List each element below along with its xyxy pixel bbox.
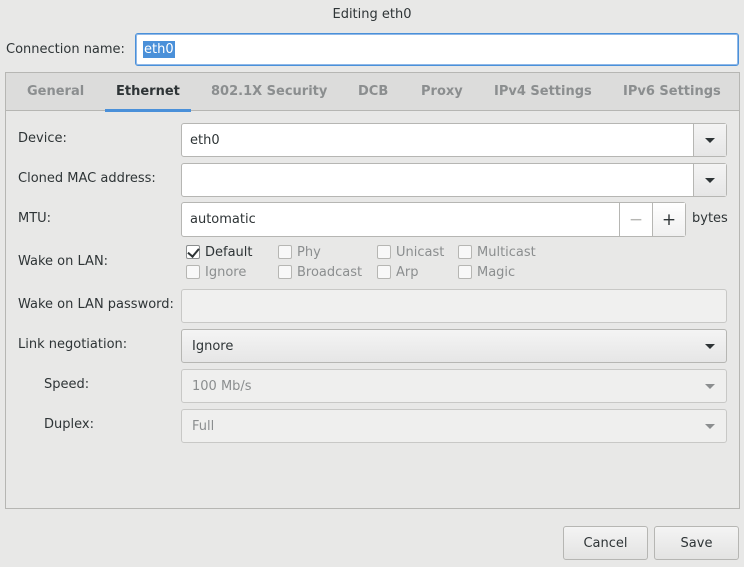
tab-ipv4-settings[interactable]: IPv4 Settings [494, 73, 592, 111]
checkbox-checked-icon [186, 245, 200, 259]
connection-name-value: eth0 [143, 41, 175, 58]
wol-broadcast-label: Broadcast [297, 264, 363, 280]
tab-general[interactable]: General [27, 73, 84, 111]
speed-label: Speed: [44, 377, 90, 392]
wake-on-lan-label: Wake on LAN: [18, 254, 109, 269]
cloned-mac-combo[interactable] [181, 163, 727, 197]
wol-default-checkbox[interactable]: Default [186, 243, 253, 261]
chevron-down-icon [705, 177, 715, 183]
checkbox-icon [278, 265, 292, 279]
checkbox-icon [377, 245, 391, 259]
duplex-dropdown[interactable]: Full [181, 409, 727, 443]
mtu-decrement-button[interactable]: − [619, 203, 652, 236]
wol-default-label: Default [205, 244, 253, 260]
tab-ethernet[interactable]: Ethernet [105, 73, 191, 112]
cloned-mac-dropdown-button[interactable] [693, 164, 726, 196]
mtu-spinbutton[interactable]: automatic − + [181, 202, 686, 237]
device-combo[interactable]: eth0 [181, 123, 727, 157]
wol-multicast-checkbox[interactable]: Multicast [458, 243, 536, 261]
checkbox-icon [458, 265, 472, 279]
tab-8021x-security[interactable]: 802.1X Security [211, 73, 327, 111]
wol-broadcast-checkbox[interactable]: Broadcast [278, 263, 362, 281]
mtu-label: MTU: [18, 211, 52, 226]
device-value: eth0 [190, 132, 220, 148]
speed-dropdown[interactable]: 100 Mb/s [181, 369, 727, 403]
connection-name-input[interactable]: eth0 [135, 33, 739, 66]
wol-phy-checkbox[interactable]: Phy [278, 243, 321, 261]
wol-arp-label: Arp [396, 264, 419, 280]
wol-phy-label: Phy [297, 244, 321, 260]
checkbox-icon [377, 265, 391, 279]
link-negotiation-dropdown[interactable]: Ignore [181, 329, 727, 363]
chevron-down-icon [705, 137, 715, 143]
link-negotiation-value: Ignore [192, 338, 234, 354]
mtu-value: automatic [190, 212, 256, 227]
tab-bar: General Ethernet 802.1X Security DCB Pro… [6, 73, 739, 112]
wol-unicast-label: Unicast [396, 244, 445, 260]
window-title: Editing eth0 [332, 7, 412, 22]
wol-magic-label: Magic [477, 264, 516, 280]
wol-ignore-checkbox[interactable]: Ignore [186, 263, 246, 281]
chevron-down-icon [705, 423, 715, 429]
cloned-mac-label: Cloned MAC address: [18, 171, 156, 186]
checkbox-icon [186, 265, 200, 279]
speed-value: 100 Mb/s [192, 378, 252, 394]
wol-multicast-label: Multicast [477, 244, 536, 260]
wol-arp-checkbox[interactable]: Arp [377, 263, 419, 281]
cancel-button[interactable]: Cancel [563, 526, 648, 560]
duplex-label: Duplex: [44, 417, 94, 432]
link-negotiation-label: Link negotiation: [18, 337, 128, 352]
checkbox-icon [458, 245, 472, 259]
tab-dcb[interactable]: DCB [358, 73, 388, 111]
chevron-down-icon [705, 343, 715, 349]
tab-ipv6-settings[interactable]: IPv6 Settings [623, 73, 721, 111]
chevron-down-icon [705, 383, 715, 389]
mtu-increment-button[interactable]: + [652, 203, 685, 236]
wol-password-label: Wake on LAN password: [18, 297, 174, 312]
device-dropdown-button[interactable] [693, 124, 726, 156]
wol-magic-checkbox[interactable]: Magic [458, 263, 515, 281]
duplex-value: Full [192, 418, 215, 434]
device-label: Device: [18, 131, 67, 146]
mtu-unit-label: bytes [692, 211, 728, 226]
wol-unicast-checkbox[interactable]: Unicast [377, 243, 444, 261]
save-button[interactable]: Save [654, 526, 739, 560]
wol-ignore-label: Ignore [205, 264, 247, 280]
connection-name-label: Connection name: [6, 42, 125, 57]
tab-proxy[interactable]: Proxy [421, 73, 463, 111]
checkbox-icon [278, 245, 292, 259]
wol-password-input[interactable] [181, 289, 727, 323]
